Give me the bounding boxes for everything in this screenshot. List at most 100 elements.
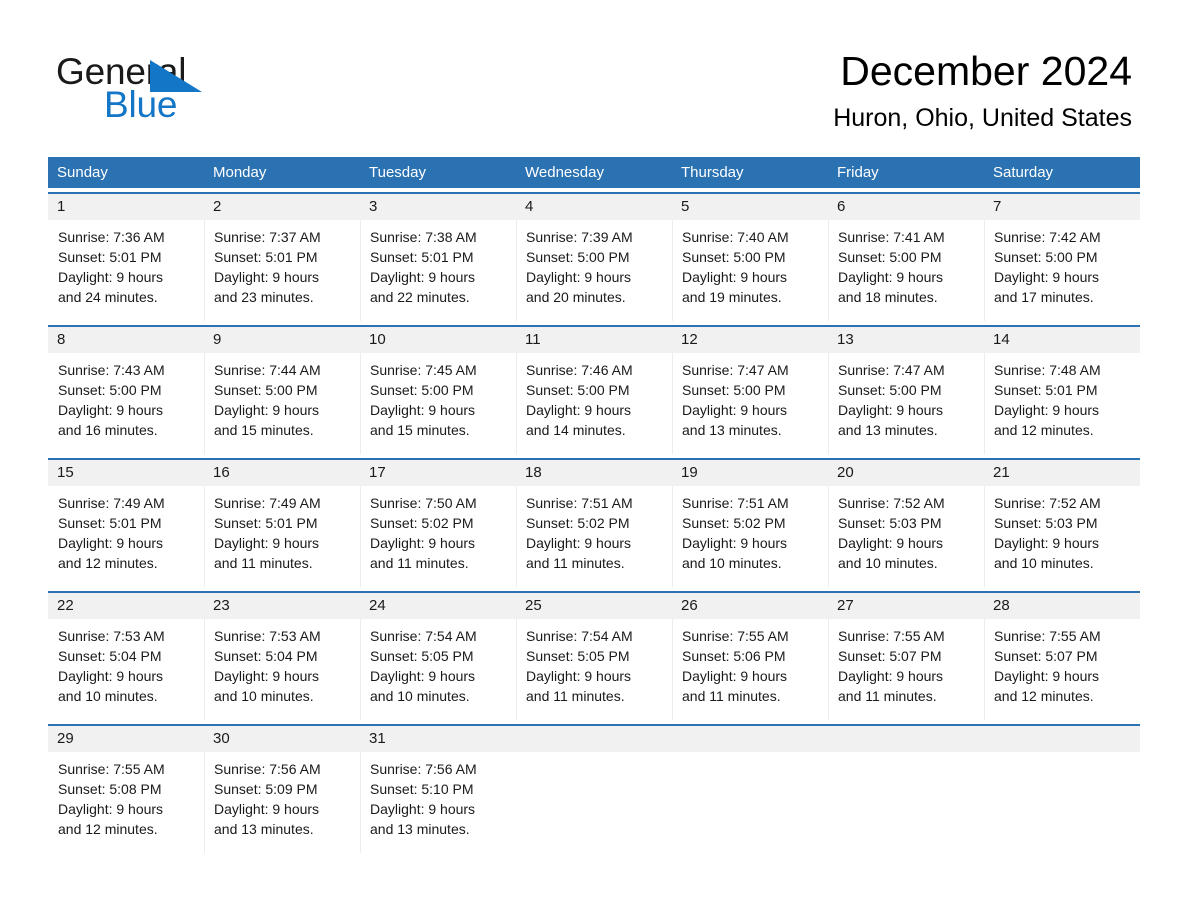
day-cell[interactable]: Sunrise: 7:44 AM Sunset: 5:00 PM Dayligh… xyxy=(204,353,360,454)
sunrise-text: Sunrise: 7:42 AM xyxy=(994,229,1101,245)
day-cell-empty xyxy=(828,752,984,853)
daylight-text-line2: and 11 minutes. xyxy=(526,688,625,704)
calendar-week-row: 8 9 10 11 12 13 14 Sunrise: 7:43 AM Suns… xyxy=(48,325,1140,454)
daylight-text-line2: and 11 minutes. xyxy=(370,555,469,571)
day-number[interactable]: 22 xyxy=(48,593,204,619)
day-cell[interactable]: Sunrise: 7:53 AM Sunset: 5:04 PM Dayligh… xyxy=(204,619,360,720)
daylight-text-line1: Daylight: 9 hours xyxy=(526,402,632,418)
day-cell[interactable]: Sunrise: 7:50 AM Sunset: 5:02 PM Dayligh… xyxy=(360,486,516,587)
day-cell[interactable]: Sunrise: 7:49 AM Sunset: 5:01 PM Dayligh… xyxy=(204,486,360,587)
day-cell[interactable]: Sunrise: 7:51 AM Sunset: 5:02 PM Dayligh… xyxy=(516,486,672,587)
day-number[interactable]: 10 xyxy=(360,327,516,353)
day-number[interactable]: 21 xyxy=(984,460,1140,486)
day-cell[interactable]: Sunrise: 7:52 AM Sunset: 5:03 PM Dayligh… xyxy=(828,486,984,587)
day-cell[interactable]: Sunrise: 7:47 AM Sunset: 5:00 PM Dayligh… xyxy=(828,353,984,454)
sunset-text: Sunset: 5:00 PM xyxy=(370,382,474,398)
day-number[interactable]: 26 xyxy=(672,593,828,619)
sunrise-text: Sunrise: 7:54 AM xyxy=(370,628,477,644)
day-number[interactable]: 29 xyxy=(48,726,204,752)
day-number[interactable]: 3 xyxy=(360,194,516,220)
day-cell[interactable]: Sunrise: 7:48 AM Sunset: 5:01 PM Dayligh… xyxy=(984,353,1140,454)
sunset-text: Sunset: 5:01 PM xyxy=(370,249,474,265)
day-cell[interactable]: Sunrise: 7:42 AM Sunset: 5:00 PM Dayligh… xyxy=(984,220,1140,321)
sunset-text: Sunset: 5:03 PM xyxy=(838,515,942,531)
sunrise-text: Sunrise: 7:55 AM xyxy=(838,628,945,644)
daylight-text-line1: Daylight: 9 hours xyxy=(214,801,320,817)
weekday-header-wednesday: Wednesday xyxy=(525,164,604,181)
day-number[interactable]: 13 xyxy=(828,327,984,353)
day-cell[interactable]: Sunrise: 7:38 AM Sunset: 5:01 PM Dayligh… xyxy=(360,220,516,321)
day-cell[interactable]: Sunrise: 7:55 AM Sunset: 5:07 PM Dayligh… xyxy=(984,619,1140,720)
day-cell[interactable]: Sunrise: 7:55 AM Sunset: 5:08 PM Dayligh… xyxy=(48,752,204,853)
day-number[interactable]: 31 xyxy=(360,726,516,752)
day-cell[interactable]: Sunrise: 7:54 AM Sunset: 5:05 PM Dayligh… xyxy=(360,619,516,720)
day-number[interactable]: 9 xyxy=(204,327,360,353)
daylight-text-line1: Daylight: 9 hours xyxy=(370,535,476,551)
sunrise-text: Sunrise: 7:53 AM xyxy=(58,628,165,644)
day-cell[interactable]: Sunrise: 7:56 AM Sunset: 5:10 PM Dayligh… xyxy=(360,752,516,853)
daylight-text-line1: Daylight: 9 hours xyxy=(58,668,164,684)
day-number[interactable]: 25 xyxy=(516,593,672,619)
day-cell[interactable]: Sunrise: 7:41 AM Sunset: 5:00 PM Dayligh… xyxy=(828,220,984,321)
daylight-text-line2: and 15 minutes. xyxy=(370,422,470,438)
daylight-text-line2: and 11 minutes. xyxy=(682,688,781,704)
calendar-week-row: 29 30 31 Sunrise: 7:55 AM Sunset: 5:08 P… xyxy=(48,724,1140,853)
day-number[interactable]: 8 xyxy=(48,327,204,353)
sunrise-text: Sunrise: 7:38 AM xyxy=(370,229,477,245)
week-detail-band: Sunrise: 7:43 AM Sunset: 5:00 PM Dayligh… xyxy=(48,353,1140,454)
day-number[interactable]: 7 xyxy=(984,194,1140,220)
day-number[interactable]: 24 xyxy=(360,593,516,619)
sunrise-text: Sunrise: 7:52 AM xyxy=(994,495,1101,511)
sunset-text: Sunset: 5:04 PM xyxy=(214,648,318,664)
sunset-text: Sunset: 5:00 PM xyxy=(838,382,942,398)
day-cell[interactable]: Sunrise: 7:54 AM Sunset: 5:05 PM Dayligh… xyxy=(516,619,672,720)
day-number[interactable]: 27 xyxy=(828,593,984,619)
daylight-text-line2: and 10 minutes. xyxy=(682,555,782,571)
day-number[interactable]: 23 xyxy=(204,593,360,619)
day-number[interactable]: 4 xyxy=(516,194,672,220)
day-cell[interactable]: Sunrise: 7:43 AM Sunset: 5:00 PM Dayligh… xyxy=(48,353,204,454)
day-cell[interactable]: Sunrise: 7:55 AM Sunset: 5:07 PM Dayligh… xyxy=(828,619,984,720)
weekday-header-saturday: Saturday xyxy=(993,164,1054,181)
day-number[interactable]: 17 xyxy=(360,460,516,486)
day-number[interactable]: 12 xyxy=(672,327,828,353)
day-number[interactable]: 11 xyxy=(516,327,672,353)
page-title: December 2024 xyxy=(840,48,1132,94)
daylight-text-line2: and 15 minutes. xyxy=(214,422,314,438)
day-cell[interactable]: Sunrise: 7:45 AM Sunset: 5:00 PM Dayligh… xyxy=(360,353,516,454)
sunrise-text: Sunrise: 7:48 AM xyxy=(994,362,1101,378)
day-number[interactable]: 30 xyxy=(204,726,360,752)
day-number[interactable]: 2 xyxy=(204,194,360,220)
day-cell[interactable]: Sunrise: 7:51 AM Sunset: 5:02 PM Dayligh… xyxy=(672,486,828,587)
day-number[interactable]: 20 xyxy=(828,460,984,486)
day-cell[interactable]: Sunrise: 7:40 AM Sunset: 5:00 PM Dayligh… xyxy=(672,220,828,321)
day-cell[interactable]: Sunrise: 7:53 AM Sunset: 5:04 PM Dayligh… xyxy=(48,619,204,720)
day-cell[interactable]: Sunrise: 7:37 AM Sunset: 5:01 PM Dayligh… xyxy=(204,220,360,321)
day-number[interactable]: 1 xyxy=(48,194,204,220)
day-cell[interactable]: Sunrise: 7:49 AM Sunset: 5:01 PM Dayligh… xyxy=(48,486,204,587)
daylight-text-line1: Daylight: 9 hours xyxy=(58,801,164,817)
day-cell[interactable]: Sunrise: 7:39 AM Sunset: 5:00 PM Dayligh… xyxy=(516,220,672,321)
day-number[interactable]: 16 xyxy=(204,460,360,486)
day-number[interactable]: 5 xyxy=(672,194,828,220)
day-number[interactable]: 19 xyxy=(672,460,828,486)
sunset-text: Sunset: 5:00 PM xyxy=(526,382,630,398)
day-number[interactable]: 6 xyxy=(828,194,984,220)
day-cell[interactable]: Sunrise: 7:47 AM Sunset: 5:00 PM Dayligh… xyxy=(672,353,828,454)
calendar-week-row: 1 2 3 4 5 6 7 Sunrise: 7:36 AM Sunset: 5… xyxy=(48,192,1140,321)
daylight-text-line1: Daylight: 9 hours xyxy=(682,535,788,551)
sunrise-text: Sunrise: 7:49 AM xyxy=(214,495,321,511)
day-cell[interactable]: Sunrise: 7:56 AM Sunset: 5:09 PM Dayligh… xyxy=(204,752,360,853)
daylight-text-line2: and 16 minutes. xyxy=(58,422,158,438)
sunrise-text: Sunrise: 7:49 AM xyxy=(58,495,165,511)
day-cell[interactable]: Sunrise: 7:36 AM Sunset: 5:01 PM Dayligh… xyxy=(48,220,204,321)
day-cell[interactable]: Sunrise: 7:55 AM Sunset: 5:06 PM Dayligh… xyxy=(672,619,828,720)
day-number[interactable]: 18 xyxy=(516,460,672,486)
day-cell[interactable]: Sunrise: 7:52 AM Sunset: 5:03 PM Dayligh… xyxy=(984,486,1140,587)
day-cell[interactable]: Sunrise: 7:46 AM Sunset: 5:00 PM Dayligh… xyxy=(516,353,672,454)
day-number[interactable]: 28 xyxy=(984,593,1140,619)
daylight-text-line1: Daylight: 9 hours xyxy=(370,668,476,684)
day-number[interactable]: 15 xyxy=(48,460,204,486)
day-number[interactable]: 14 xyxy=(984,327,1140,353)
sunset-text: Sunset: 5:07 PM xyxy=(838,648,942,664)
